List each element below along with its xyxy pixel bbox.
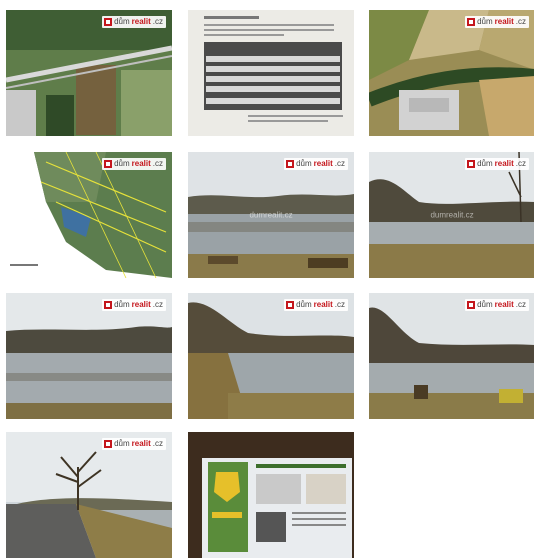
watermark-text: .cz [152, 159, 163, 168]
watermark-text: .cz [515, 17, 526, 26]
house-icon [467, 160, 476, 168]
photo-gallery: dům realit .cz dům realit .cz dům realit… [0, 0, 534, 558]
watermark-logo: dům realit .cz [284, 299, 348, 311]
cadastral-map-image [6, 152, 172, 278]
watermark-text: realit [131, 439, 151, 448]
watermark-text: dům [114, 439, 130, 448]
watermark-text: dům [477, 300, 493, 309]
watermark-text: dům [114, 17, 130, 26]
gallery-photo-7[interactable]: dům realit .cz [6, 293, 172, 419]
gallery-photo-5[interactable]: dumrealit.cz dům realit .cz [188, 152, 354, 278]
house-icon [467, 18, 476, 26]
gallery-photo-2[interactable] [188, 10, 354, 136]
watermark-text: realit [131, 17, 151, 26]
road-tree-image [6, 432, 172, 558]
watermark-logo: dům realit .cz [102, 299, 166, 311]
gallery-photo-9[interactable]: dům realit .cz [369, 293, 534, 419]
gallery-photo-3[interactable]: dům realit .cz [369, 10, 534, 136]
watermark-logo: dům realit .cz [465, 299, 529, 311]
watermark-text: dům [477, 17, 493, 26]
gallery-photo-11[interactable] [188, 432, 354, 558]
watermark-logo: dům realit .cz [465, 16, 529, 28]
gallery-photo-1[interactable]: dům realit .cz [6, 10, 172, 136]
watermark-text: realit [494, 300, 514, 309]
watermark-text: dům [296, 300, 312, 309]
info-board-image [188, 432, 354, 558]
watermark-text: dům [114, 159, 130, 168]
watermark-text: realit [131, 300, 151, 309]
watermark-text: realit [313, 159, 333, 168]
watermark-text: .cz [334, 300, 345, 309]
house-icon [104, 160, 113, 168]
aerial-map-image [6, 10, 172, 136]
watermark-text: .cz [515, 159, 526, 168]
watermark-text: realit [131, 159, 151, 168]
watermark-text: .cz [334, 159, 345, 168]
aerial-fields-image [369, 10, 534, 136]
watermark-text: realit [313, 300, 333, 309]
watermark-text: .cz [515, 300, 526, 309]
center-watermark: dumrealit.cz [249, 210, 293, 220]
house-icon [286, 160, 295, 168]
house-icon [104, 440, 113, 448]
house-icon [104, 301, 113, 309]
watermark-text: dům [114, 300, 130, 309]
watermark-text: realit [494, 159, 514, 168]
watermark-text: dům [296, 159, 312, 168]
watermark-text: realit [494, 17, 514, 26]
watermark-text: .cz [152, 439, 163, 448]
house-icon [286, 301, 295, 309]
document-image [188, 10, 354, 136]
gallery-photo-4[interactable]: dům realit .cz [6, 152, 172, 278]
gallery-photo-6[interactable]: dumrealit.cz dům realit .cz [369, 152, 534, 278]
watermark-text: .cz [152, 300, 163, 309]
center-watermark: dumrealit.cz [430, 210, 474, 220]
watermark-logo: dům realit .cz [102, 438, 166, 450]
watermark-logo: dům realit .cz [102, 158, 166, 170]
house-icon [467, 301, 476, 309]
gallery-photo-10[interactable]: dům realit .cz [6, 432, 172, 558]
watermark-text: dům [477, 159, 493, 168]
gallery-photo-8[interactable]: dům realit .cz [188, 293, 354, 419]
watermark-logo: dům realit .cz [284, 158, 348, 170]
pond-image [6, 293, 172, 419]
pond-image [188, 293, 354, 419]
pond-image [369, 293, 534, 419]
house-icon [104, 18, 113, 26]
watermark-logo: dům realit .cz [102, 16, 166, 28]
watermark-logo: dům realit .cz [465, 158, 529, 170]
watermark-text: .cz [152, 17, 163, 26]
